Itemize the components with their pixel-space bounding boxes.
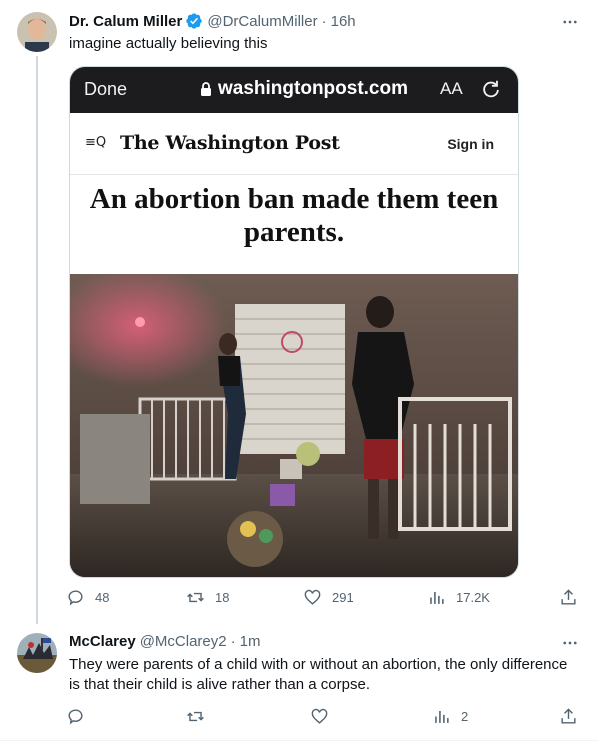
retweet-icon <box>187 711 204 722</box>
more-icon[interactable] <box>560 633 580 653</box>
like-button[interactable]: 291 <box>303 588 354 607</box>
heart-icon <box>311 708 328 724</box>
author-avatar[interactable] <box>17 633 57 673</box>
share-icon <box>561 589 576 605</box>
browser-toolbar: Done washingtonpost.com AA <box>70 67 518 113</box>
views-icon <box>435 710 449 723</box>
reply-button[interactable]: 48 <box>66 588 109 607</box>
retweet-button[interactable] <box>186 707 215 726</box>
menu-search-icon: ≡Q <box>85 135 107 150</box>
separator-dot: · <box>321 12 327 30</box>
author-avatar[interactable] <box>17 12 57 52</box>
views-button[interactable]: 2 <box>432 707 468 726</box>
like-count: 291 <box>332 590 354 605</box>
author-handle[interactable]: @DrCalumMiller <box>207 13 317 30</box>
browser-url: washingtonpost.com <box>200 78 408 100</box>
text-size-label: AA <box>440 79 463 98</box>
site-logo: The Washington Post <box>120 132 340 154</box>
article-photo <box>70 274 518 577</box>
views-button[interactable]: 17.2K <box>427 588 490 607</box>
browser-url-text: washingtonpost.com <box>218 78 408 99</box>
reload-icon <box>480 78 502 100</box>
tweet-actions: 2 <box>66 707 586 731</box>
share-icon <box>561 708 576 724</box>
author-name[interactable]: Dr. Calum Miller <box>69 13 182 30</box>
tweet-media-image[interactable]: Done washingtonpost.com AA ≡Q The Washin… <box>69 66 519 578</box>
divider <box>0 740 598 741</box>
tweet-time[interactable]: 16h <box>331 13 356 30</box>
tweet-reply[interactable]: McClarey @McClarey2 · 1m They were paren… <box>0 625 598 740</box>
retweet-icon <box>187 592 204 603</box>
sign-in-label: Sign in <box>447 136 494 152</box>
author-handle[interactable]: @McClarey2 <box>140 633 227 650</box>
washington-post-header: ≡Q The Washington Post Sign in <box>70 113 518 175</box>
more-icon[interactable] <box>560 12 580 32</box>
share-button[interactable] <box>559 707 578 726</box>
browser-done-label: Done <box>84 79 128 99</box>
tweet-header: McClarey @McClarey2 · 1m <box>69 633 260 650</box>
reply-button[interactable] <box>66 707 95 726</box>
thread-line <box>36 56 38 624</box>
article-headline: An abortion ban made them teen parents. <box>89 183 499 248</box>
view-count: 17.2K <box>456 590 490 605</box>
reply-icon <box>68 709 83 725</box>
tweet-text: They were parents of a child with or wit… <box>69 656 568 693</box>
retweet-button[interactable]: 18 <box>186 588 229 607</box>
lock-icon <box>201 81 211 96</box>
reply-count: 48 <box>95 590 110 605</box>
heart-icon <box>304 589 321 605</box>
separator-dot: · <box>230 633 236 650</box>
views-icon <box>430 591 444 604</box>
share-button[interactable] <box>559 588 578 607</box>
like-button[interactable] <box>310 707 339 726</box>
tweet-time[interactable]: 1m <box>240 633 261 650</box>
tweet-main[interactable]: Dr. Calum Miller @DrCalumMiller · 16h im… <box>0 0 598 625</box>
tweet-actions: 48 18 291 17.2K <box>66 588 586 612</box>
author-name[interactable]: McClarey <box>69 633 136 650</box>
view-count: 2 <box>461 709 469 724</box>
reply-icon <box>68 590 83 606</box>
tweet-header: Dr. Calum Miller @DrCalumMiller · 16h <box>69 12 356 30</box>
retweet-count: 18 <box>215 590 230 605</box>
verified-badge-icon <box>185 12 203 30</box>
tweet-text: imagine actually believing this <box>69 35 268 52</box>
